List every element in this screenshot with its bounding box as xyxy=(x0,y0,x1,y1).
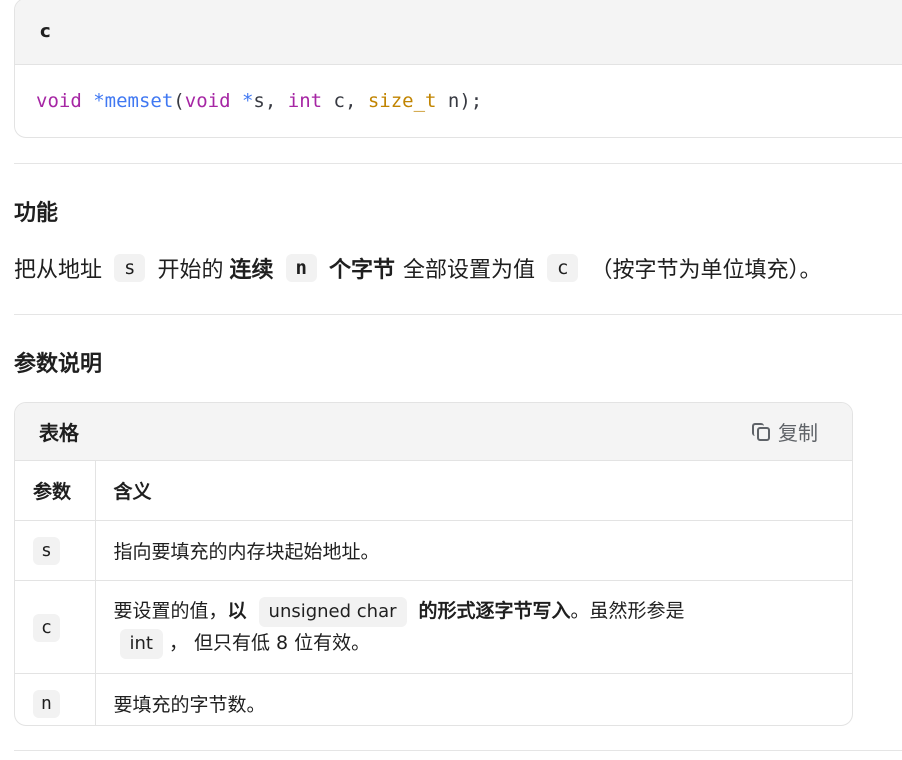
code-token: c, xyxy=(322,90,368,112)
inline-code: c xyxy=(33,614,60,642)
text: 开始的 xyxy=(157,258,224,283)
column-header-meaning: 含义 xyxy=(95,461,852,521)
meaning-cell: 要设置的值，以 unsigned char 的形式逐字节写入。虽然形参是 int， 但… xyxy=(95,580,852,674)
column-header-param: 参数 xyxy=(15,461,96,521)
inline-code: s xyxy=(114,254,146,282)
text: 把从地址 xyxy=(14,258,103,283)
code-language-label: c xyxy=(40,21,51,42)
code-token: ( xyxy=(173,90,185,112)
divider xyxy=(14,163,902,164)
text: 要设置的值， xyxy=(113,600,228,622)
code-token: s, xyxy=(253,90,288,112)
table-row: n 要填充的字节数。 xyxy=(15,673,852,725)
divider xyxy=(14,314,902,315)
code-block: c void *memset(void * s, int c, size_t n)… xyxy=(14,0,902,138)
code-token: size_t xyxy=(367,90,437,112)
copy-icon xyxy=(752,422,770,441)
meaning-cell: 要填充的字节数。 xyxy=(113,694,266,716)
bold-text: 以 xyxy=(227,600,247,622)
param-cell: c xyxy=(15,580,96,674)
params-table: 参数 含义 s 指向要填充的内存块起始地址。 c 要设置的值，以 unsigned… xyxy=(15,461,852,725)
code-token: void xyxy=(36,90,82,112)
meaning-cell: 指向要填充的内存块起始地址。 xyxy=(95,520,852,581)
params-heading: 参数说明 xyxy=(14,352,103,377)
code-line[interactable]: void *memset(void * s, int c, size_t n); xyxy=(15,65,902,137)
inline-code: n xyxy=(285,254,317,282)
divider xyxy=(14,750,902,751)
param-cell: s xyxy=(15,520,96,581)
inline-code: unsigned char xyxy=(258,597,407,627)
bold-text: 的形式逐字节写入 xyxy=(418,600,571,622)
table-row: s 指向要填充的内存块起始地址。 xyxy=(15,520,852,581)
code-token: *memset xyxy=(93,90,174,112)
inline-code: n xyxy=(33,689,60,718)
code-token: int xyxy=(287,90,323,112)
text: 。虽然形参是 xyxy=(570,600,685,622)
table-row: c 要设置的值，以 unsigned char 的形式逐字节写入。虽然形参是 int，… xyxy=(15,580,852,674)
code-token: n); xyxy=(436,90,483,112)
code-token: void xyxy=(184,90,231,112)
param-cell: n xyxy=(15,673,96,725)
function-heading: 功能 xyxy=(14,201,59,226)
copy-label: 复制 xyxy=(778,421,818,445)
text: （按字节为单位填充）。 xyxy=(590,258,822,283)
table-title: 表格 xyxy=(39,421,79,445)
table-header-bar: 表格 复制 xyxy=(15,403,852,461)
page: c void *memset(void * s, int c, size_t n)… xyxy=(0,0,902,760)
text: 全部设置为值 xyxy=(402,258,535,283)
function-description: 把从地址 s 开始的 连续 n 个字节 全部设置为值 c （按字节为单位填充）。 xyxy=(14,252,821,284)
text: ， 但只有低 8 位有效。 xyxy=(168,632,371,654)
table-header-row: 参数 含义 xyxy=(15,461,852,521)
code-block-header: c xyxy=(15,0,902,65)
bold-text: 连续 xyxy=(229,258,274,283)
inline-code: int xyxy=(119,629,163,659)
code-token: * xyxy=(241,90,254,112)
bold-text: 个字节 xyxy=(328,258,395,283)
copy-button[interactable]: 复制 xyxy=(752,417,818,446)
params-table-card: 表格 复制 参数 含义 s 指向要填充的内存块起始地址。 c 要设置的值，以 un… xyxy=(14,402,853,726)
inline-code: s xyxy=(33,536,60,565)
inline-code: c xyxy=(546,254,579,282)
